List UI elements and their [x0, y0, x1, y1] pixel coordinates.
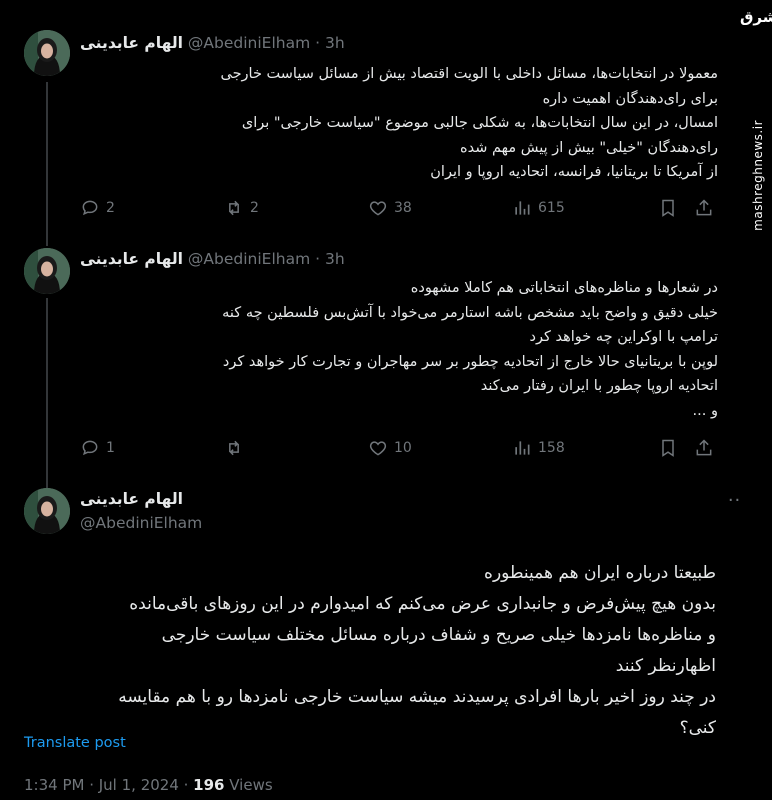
user-handle[interactable]: @AbediniElham: [188, 34, 310, 52]
avatar[interactable]: [24, 248, 70, 294]
like-button[interactable]: 10: [368, 436, 412, 460]
tweet-text-line: ترامپ با اوکراین چه خواهد کرد: [529, 329, 718, 345]
display-name[interactable]: الهام عابدینی: [80, 34, 183, 52]
tweet-text-line: معمولا در انتخابات‌ها، مسائل داخلی با ال…: [220, 66, 719, 82]
watermark-logo: مشرق: [740, 8, 772, 26]
tweet-text-line: برای رای‌دهندگان اهمیت داره: [542, 90, 718, 107]
share-icon: [696, 439, 712, 456]
tweet-text-line: امسال، در این سال انتخابات‌ها، به شکلی ج…: [241, 115, 718, 131]
heart-icon: [369, 201, 387, 216]
tweet-actions: 1 10 158: [80, 436, 720, 460]
tweet-text-line: رای‌دهندگان "خیلی" بیش از پیش مهم شده: [460, 139, 718, 156]
tweet-text-line: اظهارنظر کنند: [615, 656, 716, 676]
avatar-image: [24, 488, 70, 534]
tweet-text-line: کنی؟: [679, 718, 716, 738]
tweet-time[interactable]: 3h: [325, 34, 345, 52]
tweet-text-line: اتحادیه اروپا چطور با ایران رفتار می‌کند: [480, 378, 718, 394]
repost-icon: [229, 200, 239, 216]
tweet-text: در شعارها و مناظره‌های انتخاباتی هم کامل…: [78, 276, 718, 423]
views-count: 158: [538, 440, 565, 456]
reply-icon: [82, 200, 98, 216]
tweet-header: الهام عابدینی @AbediniElham · 3h: [80, 250, 345, 268]
views-count: 615: [538, 200, 565, 216]
display-name[interactable]: الهام عابدینی: [80, 490, 183, 508]
watermark-strip: مشرق mashreghnews.ir: [740, 0, 772, 800]
reply-count: 2: [106, 200, 115, 216]
thread-connector: [46, 298, 48, 488]
main-tweet-text: طبیعتا درباره ایران هم همینطوره بدون هیچ…: [24, 558, 716, 744]
tweet-timestamp[interactable]: 1:34 PM · Jul 1, 2024 ·: [24, 776, 193, 794]
avatar-image: [24, 30, 70, 76]
like-count: 38: [394, 200, 412, 216]
tweet-header: الهام عابدینی @AbediniElham · 3h: [80, 34, 345, 52]
like-count: 10: [394, 440, 412, 456]
tweet-time[interactable]: 3h: [325, 250, 345, 268]
avatar[interactable]: [24, 488, 70, 534]
like-button[interactable]: 38: [368, 196, 412, 220]
share-icon: [696, 199, 712, 216]
views-count: 196: [193, 776, 225, 794]
tweet-meta: 1:34 PM · Jul 1, 2024 · 196 Views: [24, 776, 273, 794]
repost-icon: [229, 440, 239, 456]
user-handle[interactable]: @AbediniElham: [188, 250, 310, 268]
display-name[interactable]: الهام عابدینی: [80, 250, 183, 268]
reply-button[interactable]: 2: [80, 196, 115, 220]
tweet-text-line: از آمریکا تا بریتانیا، فرانسه، اتحادیه ا…: [430, 164, 718, 180]
bookmark-button[interactable]: [656, 196, 680, 220]
tweet-text: معمولا در انتخابات‌ها، مسائل داخلی با ال…: [78, 62, 719, 185]
share-button[interactable]: [692, 196, 716, 220]
separator-dot: ·: [315, 34, 321, 52]
tweet-text-line: بدون هیچ پیش‌فرض و جانبداری عرض می‌کنم ک…: [129, 594, 716, 614]
tweet-text-line: در شعارها و مناظره‌های انتخاباتی هم کامل…: [410, 280, 718, 296]
reply-button[interactable]: 1: [80, 436, 115, 460]
views-bar-chart-icon: [515, 201, 530, 215]
share-button[interactable]: [692, 436, 716, 460]
repost-button[interactable]: [224, 436, 250, 460]
bookmark-icon: [662, 199, 674, 217]
reply-icon: [82, 440, 98, 456]
views-button[interactable]: 615: [512, 196, 565, 220]
avatar[interactable]: [24, 30, 70, 76]
tweet-text-line: و ...: [692, 402, 718, 419]
translate-post-link[interactable]: Translate post: [24, 735, 126, 751]
bookmark-icon: [662, 439, 674, 457]
tweet-text-line: خیلی دقیق و واضح باید مشخص باشه استارمر …: [222, 304, 718, 321]
repost-count: 2: [250, 200, 259, 216]
views-bar-chart-icon: [515, 441, 530, 455]
user-handle[interactable]: @AbediniElham: [80, 514, 202, 532]
tweet-text-line: طبیعتا درباره ایران هم همینطوره: [484, 563, 716, 583]
avatar-image: [24, 248, 70, 294]
views-label: Views: [224, 776, 273, 794]
views-button[interactable]: 158: [512, 436, 565, 460]
tweet-text-line: در چند روز اخیر بارها افرادی پرسیدند میش…: [118, 687, 716, 707]
reply-count: 1: [106, 440, 115, 456]
tweet-text-line: لوپن با بریتانیای حالا خارج از اتحادیه چ…: [222, 353, 718, 370]
watermark-url: mashreghnews.ir: [751, 120, 765, 231]
tweet-actions: 2 2 38 615: [80, 196, 720, 220]
thread-connector: [46, 82, 48, 246]
bookmark-button[interactable]: [656, 436, 680, 460]
tweet-text-line: و مناظره‌ها نامزدها خیلی صریح و شفاف درب…: [161, 625, 716, 645]
repost-button[interactable]: 2: [224, 196, 259, 220]
separator-dot: ·: [315, 250, 321, 268]
heart-icon: [369, 441, 387, 456]
